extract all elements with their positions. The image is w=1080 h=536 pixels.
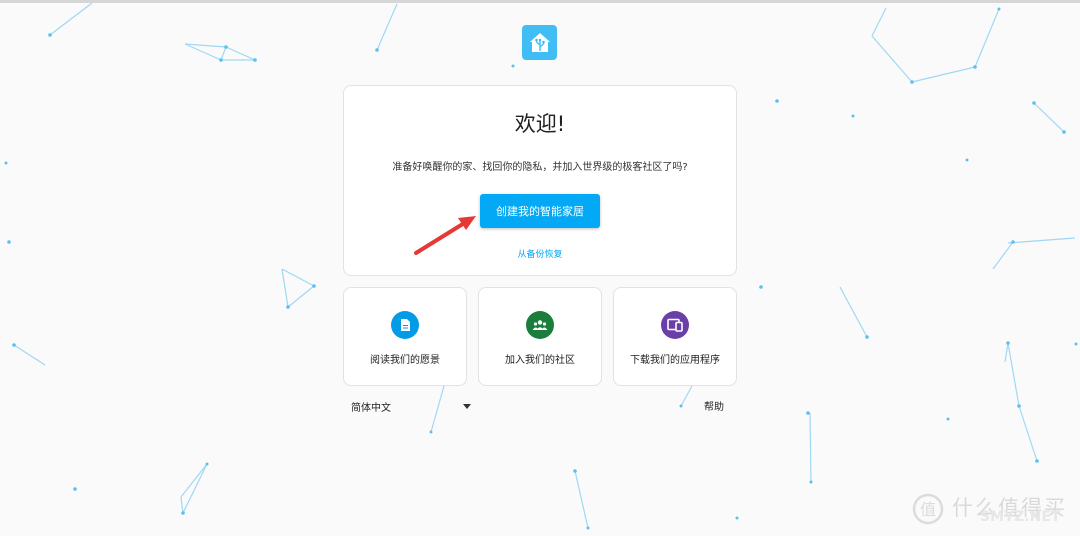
watermark: 值 什么值得买 SMYZ.NET bbox=[912, 491, 1077, 531]
community-icon bbox=[526, 311, 554, 339]
house-icon bbox=[529, 32, 550, 52]
restore-from-backup-link[interactable]: 从备份恢复 bbox=[344, 247, 736, 260]
annotation-arrow-icon bbox=[414, 216, 476, 255]
help-link[interactable]: 帮助 bbox=[704, 398, 724, 413]
tile-join-community[interactable]: 加入我们的社区 bbox=[478, 287, 602, 386]
welcome-card: 欢迎! 准备好唤醒你的家、找回你的隐私，并加入世界级的极客社区了吗? 创建我的智… bbox=[343, 85, 737, 276]
tile-label: 加入我们的社区 bbox=[505, 355, 575, 366]
tile-label: 下载我们的应用程序 bbox=[630, 355, 720, 366]
tile-read-vision[interactable]: 阅读我们的愿景 bbox=[343, 287, 467, 386]
create-smart-home-button[interactable]: 创建我的智能家居 bbox=[480, 194, 600, 228]
document-icon bbox=[391, 311, 419, 339]
language-value: 简体中文 bbox=[351, 403, 391, 414]
welcome-title: 欢迎! bbox=[514, 112, 566, 136]
svg-text:值: 值 bbox=[920, 500, 936, 519]
watermark-text-en: SMYZ.NET bbox=[980, 509, 1061, 525]
tile-label: 阅读我们的愿景 bbox=[370, 355, 440, 366]
tile-download-apps[interactable]: 下载我们的应用程序 bbox=[613, 287, 737, 386]
devices-icon bbox=[661, 311, 689, 339]
caret-down-icon bbox=[463, 404, 471, 409]
welcome-intro-text: 准备好唤醒你的家、找回你的隐私，并加入世界级的极客社区了吗? bbox=[392, 162, 688, 173]
language-select[interactable]: 简体中文 bbox=[351, 399, 473, 415]
watermark-logo-icon: 值 bbox=[912, 493, 944, 525]
home-assistant-logo bbox=[522, 25, 557, 60]
